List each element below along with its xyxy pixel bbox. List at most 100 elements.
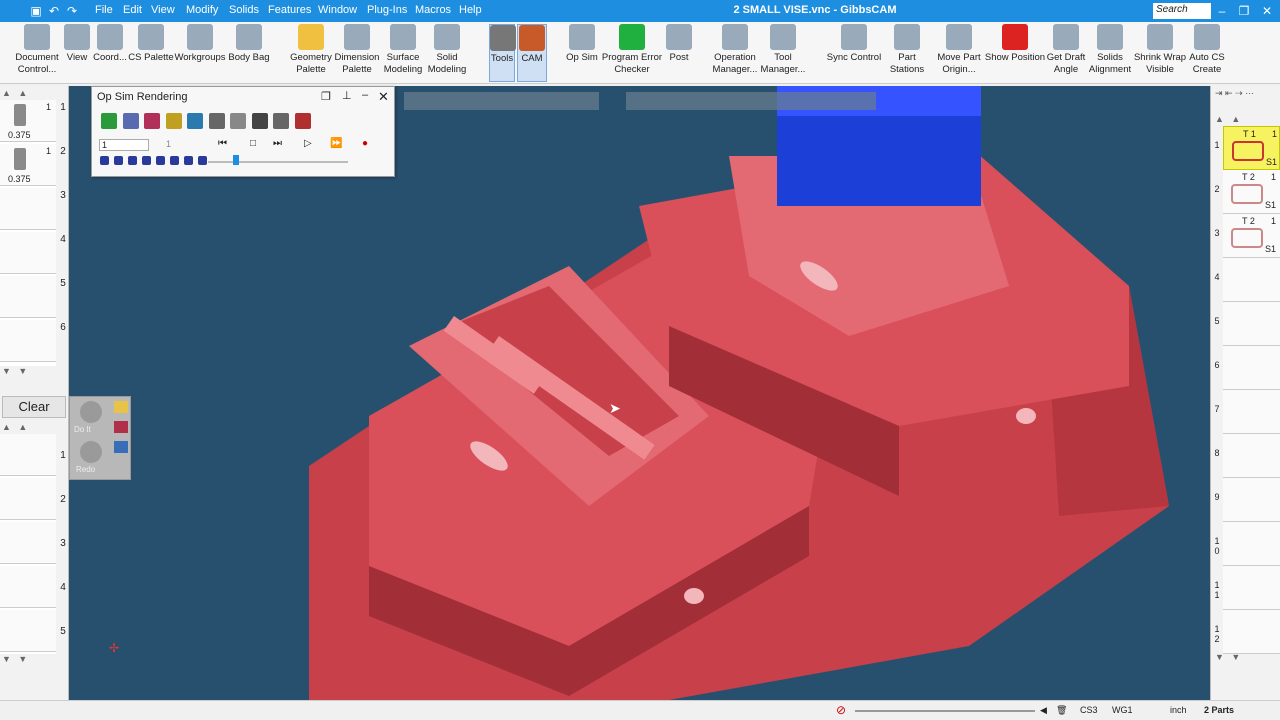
op-tile[interactable]	[1223, 434, 1280, 478]
op-tile[interactable]	[1223, 566, 1280, 610]
maximize-icon[interactable]: ❐	[1234, 3, 1254, 19]
op-tile[interactable]: T 2 1 S1	[1223, 214, 1280, 258]
save-icon[interactable]: ▣	[28, 3, 44, 19]
mini-view-icon[interactable]	[100, 156, 109, 165]
tool-slot[interactable]	[0, 276, 56, 318]
mini-view-icon[interactable]	[170, 156, 179, 165]
ribbon-shrink-wrap-visible-button[interactable]: Shrink Wrap Visible	[1133, 24, 1187, 82]
menu-edit[interactable]: Edit	[123, 4, 142, 16]
ribbon-op-sim-button[interactable]: Op Sim	[564, 24, 600, 82]
minimize-icon[interactable]: –	[1212, 3, 1232, 19]
tool-slot[interactable]	[0, 320, 56, 362]
op-tile[interactable]: T 2 1 S1	[1223, 170, 1280, 214]
op-tile[interactable]	[1223, 390, 1280, 434]
menu-features[interactable]: Features	[268, 4, 311, 16]
ribbon-solids-alignment-button[interactable]: Solids Alignment	[1088, 24, 1132, 82]
wg-indicator[interactable]: WG1	[1112, 705, 1133, 715]
op-tile[interactable]	[1223, 522, 1280, 566]
sim-speed-slider[interactable]	[208, 161, 348, 163]
tool-slot[interactable]: 0.375 1	[0, 144, 56, 186]
ribbon-sync-control-button[interactable]: Sync Control	[824, 24, 884, 82]
mini-view-icon[interactable]	[156, 156, 165, 165]
menu-plug-ins[interactable]: Plug-Ins	[367, 4, 407, 16]
check-icon[interactable]	[187, 113, 203, 129]
op-tile[interactable]	[1223, 258, 1280, 302]
ribbon-view-button[interactable]: View	[63, 24, 91, 82]
ribbon-tool-manager-button[interactable]: Tool Manager...	[758, 24, 808, 82]
op-slot[interactable]	[0, 566, 56, 608]
mode-icon[interactable]	[101, 113, 117, 129]
ribbon-solid-modeling-button[interactable]: Solid Modeling	[424, 24, 470, 82]
menu-solids[interactable]: Solids	[229, 4, 259, 16]
ribbon-operation-manager-button[interactable]: Operation Manager...	[710, 24, 760, 82]
close-panel-icon[interactable]: ✕	[378, 89, 389, 105]
undo-icon[interactable]: ↶	[46, 3, 62, 19]
ribbon-get-draft-angle-button[interactable]: Get Draft Angle	[1044, 24, 1088, 82]
count-select[interactable]: 1	[166, 139, 206, 151]
tool-slot[interactable]	[0, 232, 56, 274]
ribbon-dimension-palette-button[interactable]: Dimension Palette	[332, 24, 382, 82]
redo-icon[interactable]: ↷	[64, 3, 80, 19]
figure-icon[interactable]	[294, 113, 311, 129]
op-tile[interactable]	[1223, 346, 1280, 390]
ribbon-geometry-palette-button[interactable]: Geometry Palette	[286, 24, 336, 82]
fast-forward-icon[interactable]: ⏩	[330, 138, 342, 149]
step-input[interactable]: 1	[99, 139, 149, 151]
color-icon[interactable]	[144, 113, 160, 129]
menu-modify[interactable]: Modify	[186, 4, 218, 16]
rewind-icon[interactable]: ⏮	[218, 138, 227, 149]
mini-view-icon[interactable]	[198, 156, 207, 165]
redo-op-icon[interactable]	[80, 441, 102, 463]
mini-view-icon[interactable]	[114, 156, 123, 165]
sim-speed-thumb[interactable]	[233, 155, 239, 165]
ribbon-show-position-button[interactable]: Show Position	[984, 24, 1046, 82]
close-icon[interactable]: ✕	[1257, 3, 1277, 19]
search-input[interactable]: Search	[1153, 3, 1211, 19]
clear-button[interactable]: Clear	[2, 396, 66, 418]
mini-view-icon[interactable]	[142, 156, 151, 165]
op-slot[interactable]	[0, 522, 56, 564]
record-icon[interactable]: ●	[362, 138, 368, 149]
settings-icon[interactable]	[273, 113, 289, 129]
ribbon-workgroups-button[interactable]: Workgroups	[173, 24, 227, 82]
search-icon[interactable]: ⌕	[1193, 3, 1200, 18]
op-tile[interactable]	[1223, 610, 1280, 654]
trash-icon[interactable]: 🗑	[1056, 705, 1067, 716]
ribbon-move-part-origin-button[interactable]: Move Part Origin...	[934, 24, 984, 82]
menu-macros[interactable]: Macros	[415, 4, 451, 16]
menu-view[interactable]: View	[151, 4, 175, 16]
units-indicator[interactable]: inch	[1170, 705, 1187, 715]
tree-icon[interactable]	[251, 113, 268, 129]
tool-slot[interactable]: 0.375 1	[0, 100, 56, 142]
cs-indicator[interactable]: CS3	[1080, 705, 1098, 715]
ribbon-surface-modeling-button[interactable]: Surface Modeling	[379, 24, 427, 82]
op-slot[interactable]	[0, 478, 56, 520]
op-slot[interactable]	[0, 434, 56, 476]
menu-window[interactable]: Window	[318, 4, 357, 16]
menu-help[interactable]: Help	[459, 4, 482, 16]
op-tile[interactable]: T 1 1 S1	[1223, 126, 1280, 170]
tool-slot[interactable]	[0, 188, 56, 230]
grid-icon[interactable]	[230, 113, 246, 129]
viewport-toolbar-left[interactable]	[404, 92, 599, 110]
play-icon[interactable]: ▷	[304, 138, 312, 149]
ribbon-cs-palette-button[interactable]: CS Palette	[128, 24, 174, 82]
ribbon-post-button[interactable]: Post	[664, 24, 694, 82]
step-forward-icon[interactable]: ⏭	[273, 138, 282, 149]
do-it-icon[interactable]	[80, 401, 102, 423]
layers-icon[interactable]	[122, 113, 139, 129]
folder-icon[interactable]	[114, 401, 128, 413]
viewport-toolbar-right[interactable]	[626, 92, 876, 110]
ribbon-cam-button[interactable]: CAM	[517, 24, 547, 82]
doc-op-icon[interactable]	[114, 441, 128, 453]
stop-icon[interactable]: □	[250, 138, 256, 149]
ribbon-tools-button[interactable]: Tools	[489, 24, 516, 82]
lighting-icon[interactable]	[165, 113, 182, 129]
minimize-panel-icon[interactable]: –	[362, 89, 368, 101]
menu-file[interactable]: File	[95, 4, 113, 16]
pin-icon[interactable]: ⊥	[342, 89, 352, 102]
3d-viewport[interactable]: ✢ ➤	[69, 86, 1210, 700]
ribbon-program-error-checker-button[interactable]: Program Error Checker	[600, 24, 664, 82]
stop-sign-icon[interactable]: ⊘	[836, 703, 846, 717]
float-icon[interactable]: ❐	[321, 90, 331, 103]
